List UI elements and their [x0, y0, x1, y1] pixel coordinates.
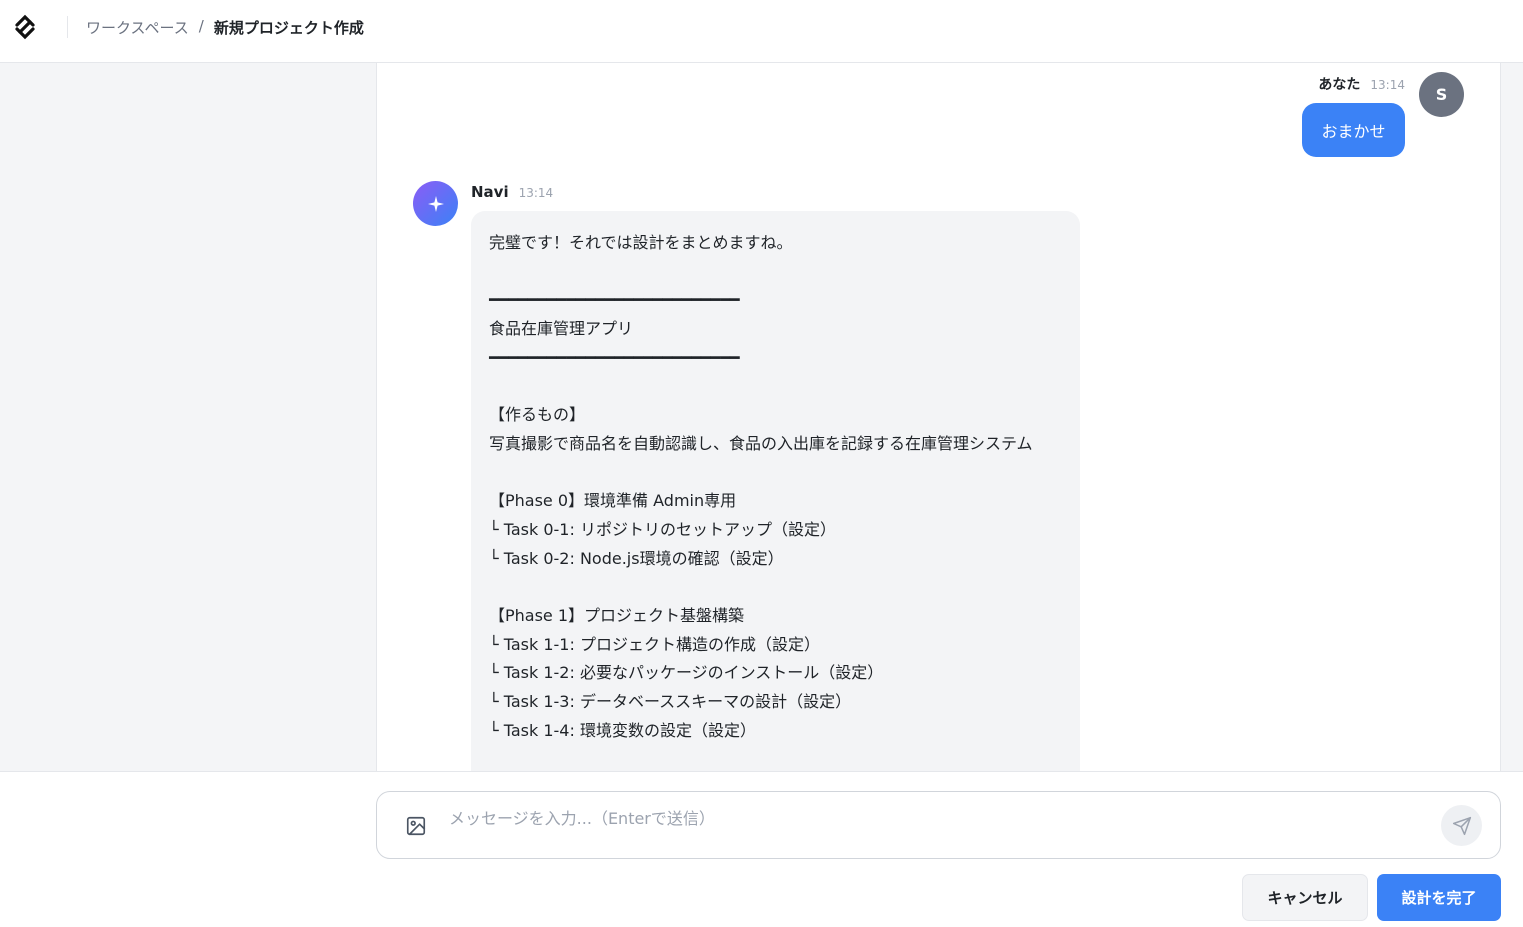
image-icon [406, 816, 426, 836]
top-bar: ワークスペース / 新規プロジェクト作成 [0, 0, 1523, 63]
message-line: ━━━━━━━━━━━━━━━━━━━━━━━━━━ [489, 290, 740, 310]
message-line [489, 372, 1062, 401]
user-message-time: 13:14 [1370, 78, 1405, 92]
message-line: 【Phase 0】環境準備 Admin専用 [489, 491, 737, 511]
navi-name: Navi [471, 183, 509, 201]
header-divider [67, 16, 68, 38]
message-line [489, 573, 1062, 602]
user-name: あなた [1318, 77, 1361, 93]
message-line: └ Task 0-2: Node.js環境の確認（設定） [489, 548, 784, 568]
message-line: 【Phase 1】プロジェクト基盤構築 [489, 605, 745, 625]
navi-message-meta: Navi 13:14 [471, 183, 553, 201]
message-line: └ Task 0-1: リポジトリのセットアップ（設定） [489, 519, 836, 539]
navi-message-bubble: 完璧です！それでは設計をまとめますね。 ━━━━━━━━━━━━━━━━━━━━… [471, 211, 1080, 772]
cancel-button[interactable]: キャンセル [1242, 874, 1368, 921]
left-panel [0, 63, 377, 772]
attach-image-button[interactable] [404, 814, 428, 838]
message-line [489, 258, 1062, 287]
message-line: 【作るもの】 [489, 405, 586, 425]
message-line: 完璧です！それでは設計をまとめますね。 [489, 233, 793, 252]
right-gutter [1500, 63, 1523, 772]
app-logo-icon[interactable] [11, 13, 39, 41]
message-line: 写真撮影で商品名を自動認識し、食品の入出庫を記録する在庫管理システム [489, 433, 1033, 453]
message-line: └ Task 1-2: 必要なパッケージのインストール（設定） [489, 663, 884, 683]
send-icon [1452, 816, 1471, 835]
message-line: └ Task 1-4: 環境変数の設定（設定） [489, 720, 756, 740]
sparkle-icon [427, 195, 444, 212]
breadcrumb-current: 新規プロジェクト作成 [213, 19, 364, 37]
message-line [489, 745, 1062, 772]
message-input[interactable] [449, 804, 1419, 832]
send-button[interactable] [1441, 805, 1482, 846]
message-line: └ Task 1-1: プロジェクト構造の作成（設定） [489, 634, 820, 654]
user-message-bubble: おまかせ [1302, 103, 1405, 157]
bottom-bar: キャンセル 設計を完了 [0, 771, 1523, 927]
user-message-meta: あなた 13:14 [1318, 74, 1405, 94]
message-line: 食品在庫管理アプリ [489, 319, 634, 339]
message-line [489, 459, 1062, 488]
message-line: └ Task 1-3: データベーススキーマの設計（設定） [489, 692, 852, 711]
breadcrumb-workspace[interactable]: ワークスペース [86, 17, 189, 38]
message-composer [376, 791, 1501, 859]
navi-avatar [413, 181, 458, 226]
chat-area[interactable]: あなた 13:14 S おまかせ Navi 13:14 完璧です！それでは設計を… [378, 63, 1500, 772]
breadcrumb: ワークスペース / 新規プロジェクト作成 [86, 17, 364, 38]
finish-design-button[interactable]: 設計を完了 [1377, 874, 1501, 921]
breadcrumb-separator: / [198, 17, 204, 35]
user-avatar: S [1419, 72, 1464, 117]
navi-message-time: 13:14 [518, 186, 554, 200]
message-line: ━━━━━━━━━━━━━━━━━━━━━━━━━━ [489, 347, 740, 367]
